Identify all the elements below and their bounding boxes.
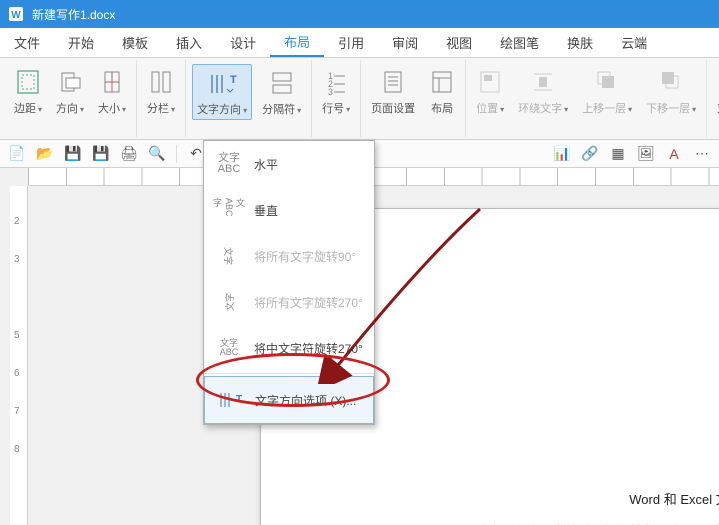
text-direction-dropdown: 文字 ABC 水平 文ABC字 垂直 文字 将所有文字旋转90° 文字 将所有文… <box>203 140 375 425</box>
size-icon <box>99 66 125 98</box>
text-direction-options-icon: T <box>215 387 245 413</box>
vertical-text-icon: 文ABC字 <box>214 197 244 223</box>
dd-vertical[interactable]: 文ABC字 垂直 <box>204 187 374 233</box>
line-numbers-button[interactable]: 123 行号▾ <box>318 64 354 118</box>
ribbon: 边距▾ 方向▾ 大小▾ 分栏▾ T 文字方向▾ 分隔符▾ <box>0 58 719 140</box>
text-color-icon[interactable]: A <box>663 143 685 165</box>
save-icon[interactable]: 💾 <box>62 143 84 165</box>
tab-design[interactable]: 设计 <box>216 28 270 57</box>
bring-forward-button: 上移一层▾ <box>578 64 636 118</box>
dd-options[interactable]: T 文字方向选项 (X)... <box>204 376 374 424</box>
open-icon[interactable]: 📂 <box>34 143 56 165</box>
cjk270-icon: 文字 ABC <box>214 335 244 361</box>
svg-text:T: T <box>230 74 237 86</box>
dd-horizontal[interactable]: 文字 ABC 水平 <box>204 141 374 187</box>
send-backward-icon <box>658 66 684 98</box>
text-direction-button[interactable]: T 文字方向▾ <box>192 64 252 120</box>
link-icon[interactable]: 🔗 <box>579 143 601 165</box>
text-direction-icon: T <box>207 67 237 99</box>
doc-paragraph: 平时我们在编写文档时，根据排版要求需要对文字进 <box>461 521 719 525</box>
dd-cjk270[interactable]: 文字 ABC 将中文字符旋转270° <box>204 325 374 371</box>
tab-skin[interactable]: 换肤 <box>553 28 607 57</box>
columns-icon <box>148 66 174 98</box>
margins-icon <box>15 66 41 98</box>
svg-text:W: W <box>11 10 21 21</box>
svg-text:T: T <box>236 394 242 405</box>
horizontal-text-icon: 文字 ABC <box>214 151 244 177</box>
doc-title-line: Word 和 Excel 文档如何让 <box>461 489 719 511</box>
orientation-icon <box>57 66 83 98</box>
quicksave-icon[interactable]: 💾 <box>90 143 112 165</box>
breaks-icon <box>269 67 295 99</box>
breaks-button[interactable]: 分隔符▾ <box>258 65 305 119</box>
tab-cloud[interactable]: 云端 <box>607 28 661 57</box>
image-icon[interactable]: 🖼 <box>635 143 657 165</box>
title-bar: W 新建写作1.docx <box>0 0 719 28</box>
document-name: 新建写作1.docx <box>32 6 115 23</box>
preview-icon[interactable]: 🔍 <box>146 143 168 165</box>
wrap-text-button: 环绕文字▾ <box>514 64 572 118</box>
svg-text:3: 3 <box>328 87 333 96</box>
tab-template[interactable]: 模板 <box>108 28 162 57</box>
page-setup-icon <box>380 66 406 98</box>
position-button: 位置▾ <box>472 64 508 118</box>
send-backward-button: 下移一层▾ <box>642 64 700 118</box>
more-icon[interactable]: ⋯ <box>691 143 713 165</box>
tab-draw[interactable]: 绘图笔 <box>486 28 553 57</box>
dd-rotate270: 文字 将所有文字旋转270° <box>204 279 374 325</box>
tab-review[interactable]: 审阅 <box>378 28 432 57</box>
orientation-button[interactable]: 方向▾ <box>52 64 88 118</box>
menu-bar: 文件 开始 模板 插入 设计 布局 引用 审阅 视图 绘图笔 换肤 云端 <box>0 28 719 58</box>
columns-button[interactable]: 分栏▾ <box>143 64 179 118</box>
tab-file[interactable]: 文件 <box>0 28 54 57</box>
word-doc-icon: W <box>8 6 24 22</box>
tab-layout[interactable]: 布局 <box>270 28 324 57</box>
align-button[interactable]: 对齐▾ <box>713 64 719 118</box>
tab-insert[interactable]: 插入 <box>162 28 216 57</box>
new-doc-icon[interactable]: 📄 <box>6 143 28 165</box>
rotate270-icon: 文字 <box>216 287 242 317</box>
position-icon <box>477 66 503 98</box>
dropdown-separator <box>204 373 374 374</box>
table-icon[interactable]: ▦ <box>607 143 629 165</box>
print-icon[interactable]: 🖨 <box>118 143 140 165</box>
tab-home[interactable]: 开始 <box>54 28 108 57</box>
layout-button[interactable]: 布局 <box>425 64 459 118</box>
wrap-text-icon <box>530 66 556 98</box>
chart-icon[interactable]: 📊 <box>551 143 573 165</box>
size-button[interactable]: 大小▾ <box>94 64 130 118</box>
vertical-ruler[interactable]: 2 3 5 6 7 8 <box>10 186 28 525</box>
bring-forward-icon <box>594 66 620 98</box>
line-numbers-icon: 123 <box>323 66 349 98</box>
rotate90-icon: 文字 <box>216 241 242 271</box>
tab-references[interactable]: 引用 <box>324 28 378 57</box>
margins-button[interactable]: 边距▾ <box>10 64 46 118</box>
dd-rotate90: 文字 将所有文字旋转90° <box>204 233 374 279</box>
page-setup-button[interactable]: 页面设置 <box>367 64 419 118</box>
layout-icon <box>429 66 455 98</box>
tab-view[interactable]: 视图 <box>432 28 486 57</box>
